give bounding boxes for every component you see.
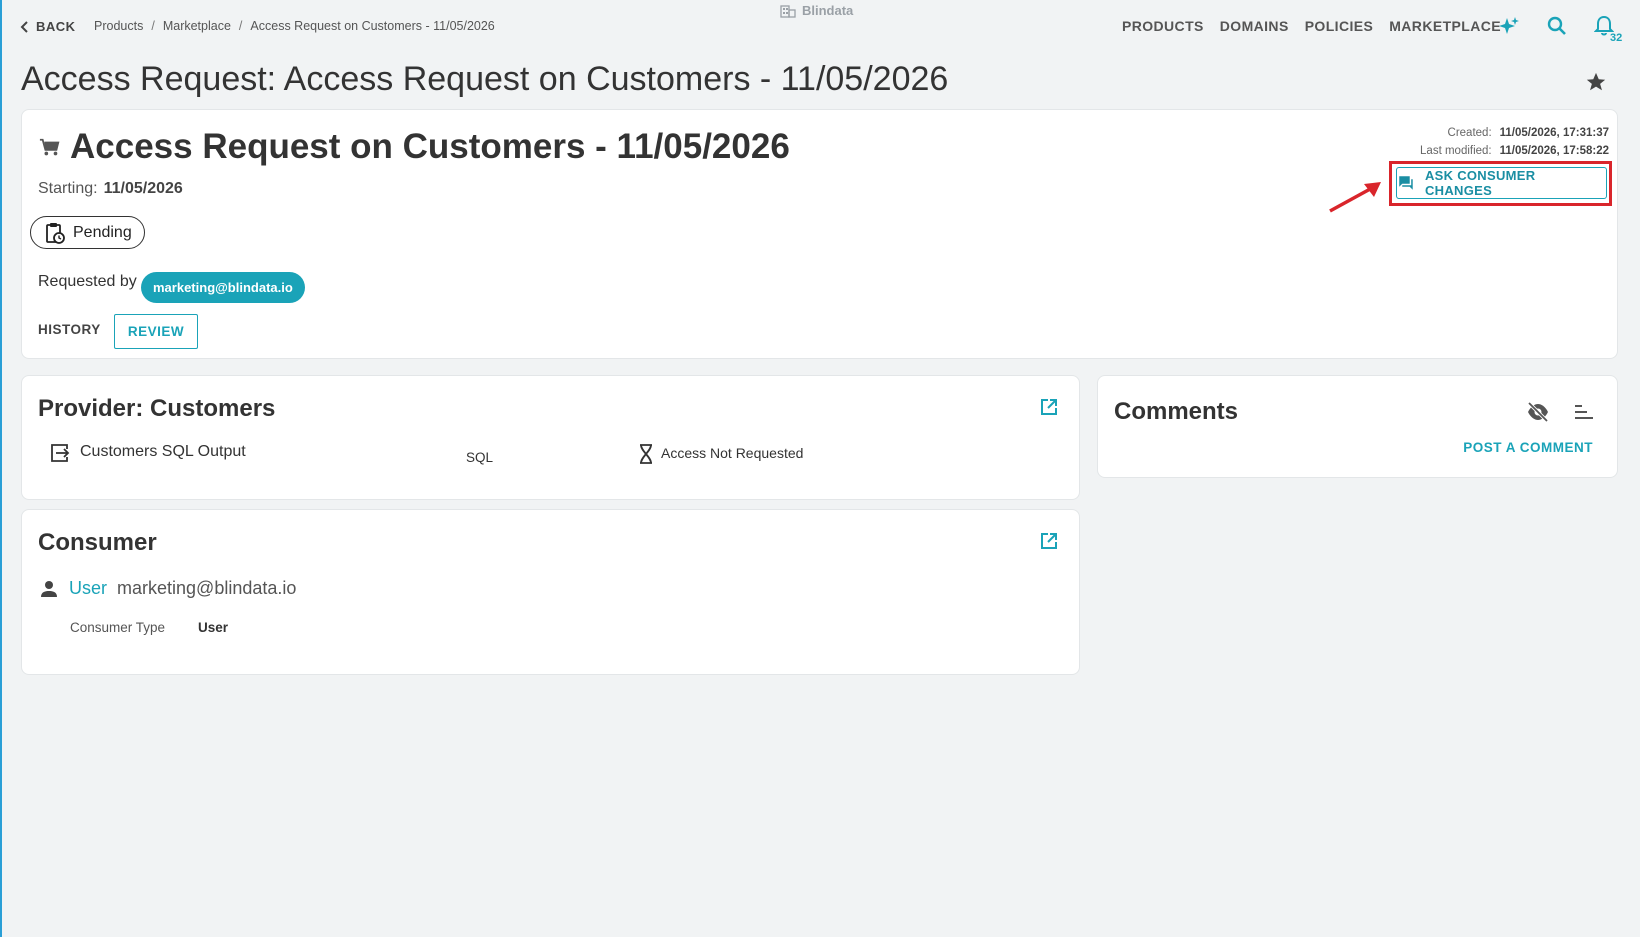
page-title: Access Request: Access Request on Custom… (21, 60, 949, 98)
search-icon[interactable] (1546, 15, 1568, 37)
breadcrumb-separator: / (151, 19, 155, 33)
consumer-type-value: User (198, 620, 229, 635)
access-request-card: Access Request on Customers - 11/05/2026… (21, 109, 1618, 359)
request-title: Access Request on Customers - 11/05/2026 (70, 127, 790, 166)
nav-marketplace[interactable]: MARKETPLACE (1389, 18, 1501, 34)
requested-by-label: Requested by (38, 273, 137, 290)
created-label: Created: (1447, 127, 1492, 139)
breadcrumb-marketplace[interactable]: Marketplace (163, 19, 231, 33)
external-link-icon[interactable] (1040, 532, 1058, 550)
breadcrumb-current: Access Request on Customers - 11/05/2026 (250, 19, 495, 33)
clipboard-clock-icon (46, 222, 65, 244)
hourglass-icon (640, 444, 652, 464)
comments-title: Comments (1114, 398, 1239, 425)
provider-title: Provider: Customers (38, 395, 276, 422)
breadcrumb-products[interactable]: Products (94, 19, 143, 33)
post-comment-button[interactable]: POST A COMMENT (1463, 440, 1593, 455)
left-accent-edge (0, 0, 2, 937)
consumer-title: Consumer (38, 529, 157, 556)
nav-domains[interactable]: DOMAINS (1220, 18, 1289, 34)
consumer-identity: User marketing@blindata.io (39, 578, 296, 599)
sort-icon[interactable] (1574, 404, 1594, 420)
status-label: Pending (73, 223, 132, 241)
provider-card: Provider: Customers Customers SQL Output… (21, 375, 1080, 500)
eye-off-icon[interactable] (1526, 402, 1550, 422)
brand-name: Blindata (802, 3, 854, 18)
ask-consumer-changes-label: ASK CONSUMER CHANGES (1424, 168, 1536, 198)
nav-products[interactable]: PRODUCTS (1122, 18, 1204, 34)
created-value: 11/05/2026, 17:31:37 (1499, 127, 1609, 139)
sparkles-icon[interactable] (1497, 15, 1521, 39)
comments-card: Comments POST A COMMENT (1097, 375, 1618, 478)
status-badge: Pending (30, 216, 145, 249)
starting-date: Starting: 11/05/2026 (38, 180, 183, 198)
consumer-identity-value: marketing@blindata.io (117, 578, 297, 598)
brand: Blindata (780, 3, 853, 18)
ask-consumer-changes-button[interactable]: ASK CONSUMER CHANGES (1396, 167, 1607, 199)
chevron-left-icon (20, 20, 28, 33)
output-port-icon (51, 444, 70, 462)
main-nav: PRODUCTS DOMAINS POLICIES MARKETPLACE (1122, 18, 1501, 34)
nav-policies[interactable]: POLICIES (1305, 18, 1374, 34)
star-icon[interactable] (1585, 71, 1607, 93)
consumer-card: Consumer User marketing@blindata.io Cons… (21, 509, 1080, 675)
timestamps: Created: 11/05/2026, 17:31:37 Last modifi… (1420, 124, 1609, 160)
port-name: Customers SQL Output (80, 443, 246, 460)
breadcrumb: Products / Marketplace / Access Request … (94, 19, 495, 33)
top-bar: BACK Products / Marketplace / Access Req… (0, 0, 1640, 52)
modified-label: Last modified: (1420, 145, 1492, 157)
consumer-role-link[interactable]: User (69, 578, 107, 599)
port-kind: SQL (466, 450, 494, 465)
tab-history[interactable]: HISTORY (38, 322, 101, 337)
chat-icon (1399, 176, 1413, 190)
modified-value: 11/05/2026, 17:58:22 (1499, 145, 1609, 157)
starting-label: Starting: (38, 180, 98, 197)
starting-value: 11/05/2026 (103, 180, 183, 197)
back-button[interactable]: BACK (20, 19, 76, 34)
external-link-icon[interactable] (1040, 398, 1058, 416)
building-icon (780, 4, 796, 18)
port-status: Access Not Requested (661, 445, 804, 461)
created-row: Created: 11/05/2026, 17:31:37 (1420, 124, 1609, 142)
notification-count: 32 (1610, 32, 1623, 44)
breadcrumb-separator: / (238, 19, 243, 33)
cart-icon (39, 138, 60, 156)
tab-review[interactable]: REVIEW (114, 314, 198, 349)
modified-row: Last modified: 11/05/2026, 17:58:22 (1420, 142, 1609, 160)
person-icon (41, 580, 57, 597)
port-row[interactable]: Customers SQL Output SQL Access Not Requ… (50, 442, 1050, 466)
annotation-arrow (1329, 182, 1381, 213)
requester-chip[interactable]: marketing@blindata.io (141, 272, 305, 303)
consumer-type-label: Consumer Type (70, 620, 166, 635)
back-label: BACK (36, 19, 76, 34)
